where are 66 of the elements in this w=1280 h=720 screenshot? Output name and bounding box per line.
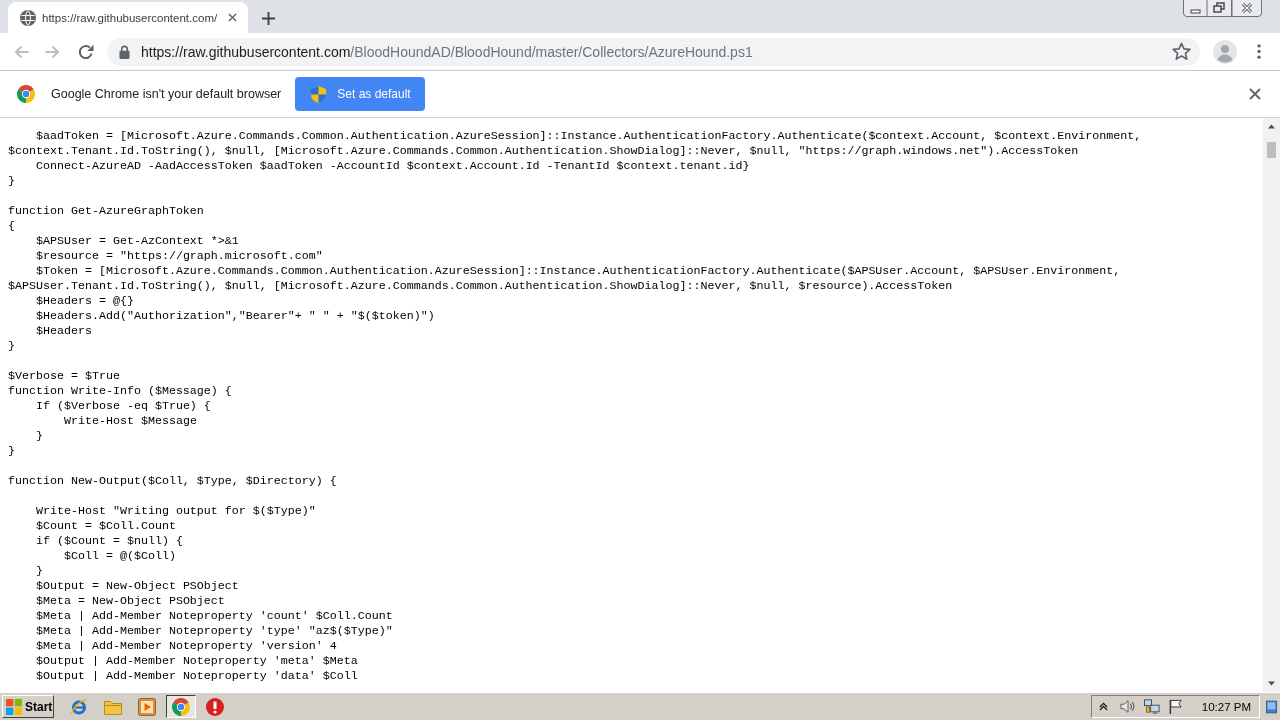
code-line: $Headers = @{} — [36, 293, 134, 308]
code-line: $Output | Add-Member Noteproperty 'data' $Coll — [36, 668, 358, 683]
code-line: } — [36, 563, 43, 578]
code-line: { — [8, 218, 15, 233]
flag-icon[interactable] — [1167, 699, 1184, 714]
scroll-thumb[interactable] — [1267, 142, 1276, 158]
code-line: function Get-AzureGraphToken — [8, 203, 204, 218]
code-line: Write-Host $Message — [63, 413, 197, 428]
start-button[interactable]: Start — [2, 695, 54, 718]
close-icon[interactable] — [1249, 88, 1261, 100]
speaker-icon[interactable] — [1119, 699, 1136, 714]
code-line: $Headers.Add("Authorization","Bearer"+ " " + "$($token)") — [36, 308, 435, 323]
globe-icon — [20, 9, 36, 26]
code-line: $APSUser.Tenant.Id.ToString(), $null, [Microsoft.Azure.Commands.Common.Authentication.ShowDialog]::Never, $null, $resource).AccessToken — [8, 278, 953, 293]
chrome-logo-icon — [17, 85, 35, 103]
plus-icon[interactable] — [262, 11, 275, 25]
e-orbit-icon — [70, 697, 88, 716]
set-default-button[interactable]: Set as default — [295, 77, 425, 111]
code-line: $Meta | Add-Member Noteproperty 'type' "az$($Type)" — [36, 623, 393, 638]
code-line: $Token = [Microsoft.Azure.Commands.Common.Authentication.AzureSession]::Instance.AuthenticationFactory.Authenticate($APSUser.Account, $APSUser.Environment, — [36, 263, 1121, 278]
reload-icon[interactable] — [78, 43, 94, 60]
chevron-up-icon[interactable] — [1098, 702, 1108, 711]
code-line: $aadToken = [Microsoft.Azure.Commands.Common.Authentication.AzureSession]::Instance.AuthenticationFactory.Authenticate($context.Account, $context.Environment, — [36, 128, 1142, 143]
code-line: $Verbose = $True — [8, 368, 120, 383]
code-line: $Output = New-Object PSObject — [36, 578, 239, 593]
address-bar[interactable]: https://raw.githubusercontent.com/BloodHoundAD/BloodHound/master/Collectors/AzureHound.ps1 — [107, 37, 1200, 66]
code-line: $Meta | Add-Member Noteproperty 'version' 4 — [36, 638, 337, 653]
code-line: $Meta = New-Object PSObject — [36, 593, 225, 608]
code-line: $Coll = @($Coll) — [63, 548, 176, 563]
code-line: if ($Count = $null) { — [36, 533, 183, 548]
screen-tile-icon[interactable] — [1266, 698, 1277, 715]
code-line: Write-Host "Writing output for $($Type)" — [36, 503, 316, 518]
code-line: function New-Output($Coll, $Type, $Directory) { — [8, 473, 337, 488]
menu-icon[interactable] — [1257, 44, 1261, 59]
code-line: $APSUser = Get-AzContext *>&1 — [36, 233, 239, 248]
code-line: If ($Verbose -eq $True) { — [36, 398, 211, 413]
code-line: $Count = $Coll.Count — [36, 518, 176, 533]
clock[interactable]: 10:27 PM — [1201, 700, 1251, 713]
close-icon[interactable] — [228, 13, 237, 22]
browser-tab[interactable]: https://raw.githubusercontent.com/ — [8, 2, 248, 33]
code-line: Connect-AzureAD -AadAccessToken $aadToken -AccountId $context.Account.Id -TenantId $context.tenant.id} — [36, 158, 750, 173]
star-icon[interactable] — [1172, 42, 1191, 61]
code-line: $Meta | Add-Member Noteproperty 'count' $Coll.Count — [36, 608, 393, 623]
code-line: } — [8, 443, 15, 458]
code-line: $Output | Add-Member Noteproperty 'meta' $Meta — [36, 653, 358, 668]
url-text: https://raw.githubusercontent.com/BloodHoundAD/BloodHound/master/Collectors/AzureHound.ps1 — [141, 43, 753, 60]
restore-icon[interactable] — [1207, 0, 1232, 17]
code-line: } — [8, 338, 15, 353]
network-icon[interactable] — [1143, 699, 1160, 714]
minimize-icon[interactable] — [1183, 0, 1207, 17]
code-line: $resource = "https://graph.microsoft.com" — [36, 248, 323, 263]
code-line: $context.Tenant.Id.ToString(), $null, [Microsoft.Azure.Commands.Common.Authentication.ShowDialog]::Never, $null, "https://graph.windows.net").AccessToken — [8, 143, 1079, 158]
code-line: } — [8, 173, 15, 188]
windows-flag-icon — [6, 698, 22, 715]
chrome-logo-icon — [172, 697, 190, 716]
play-tile-icon — [138, 697, 156, 716]
scrollbar[interactable] — [1263, 118, 1280, 692]
shield-icon — [311, 85, 327, 103]
infobar-message: Google Chrome isn't your default browser — [51, 87, 282, 101]
alert-circle-icon — [206, 697, 224, 716]
taskbar-button[interactable] — [166, 695, 196, 718]
code-line: } — [36, 428, 43, 443]
lock-icon — [119, 44, 130, 59]
code-line: $Headers — [36, 323, 92, 338]
close-icon[interactable] — [1232, 0, 1262, 17]
code-line: function Write-Info ($Message) { — [8, 383, 232, 398]
